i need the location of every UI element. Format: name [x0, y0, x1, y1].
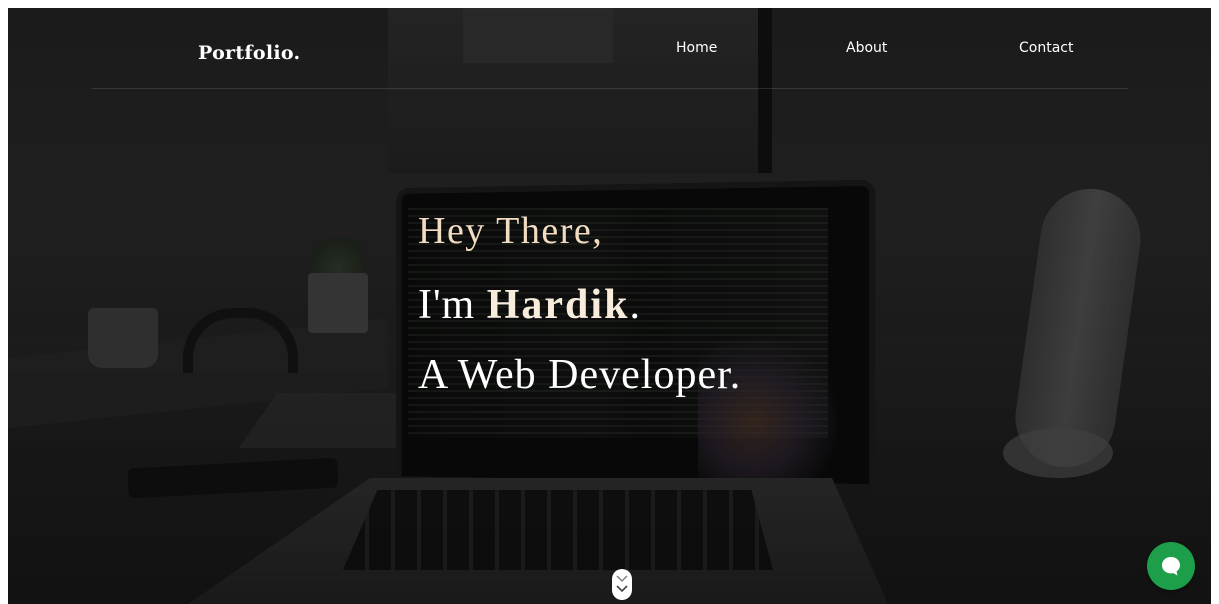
chevron-down-icon	[616, 575, 628, 593]
hero-role: A Web Developer.	[418, 352, 742, 398]
nav-link-home[interactable]: Home	[676, 40, 717, 56]
hero-name: Hardik	[486, 282, 630, 328]
hero-intro: I'm Hardik.	[418, 280, 741, 330]
hero-intro-suffix: .	[629, 282, 641, 328]
page-viewport: Portfolio. Home About Contact Hey There,…	[8, 8, 1211, 604]
hero-intro-prefix: I'm	[418, 282, 487, 328]
nav-link-contact[interactable]: Contact	[1019, 40, 1073, 56]
hero-greeting: Hey There,	[418, 210, 604, 252]
hero-section: Hey There, I'm Hardik. A Web Developer.	[418, 206, 741, 400]
chat-button[interactable]	[1147, 542, 1195, 590]
scroll-down-button[interactable]	[612, 569, 632, 600]
navbar: Portfolio. Home About Contact	[92, 8, 1128, 89]
chat-bubble-icon	[1162, 557, 1180, 576]
site-logo[interactable]: Portfolio.	[198, 42, 300, 64]
nav-link-about[interactable]: About	[846, 40, 887, 56]
